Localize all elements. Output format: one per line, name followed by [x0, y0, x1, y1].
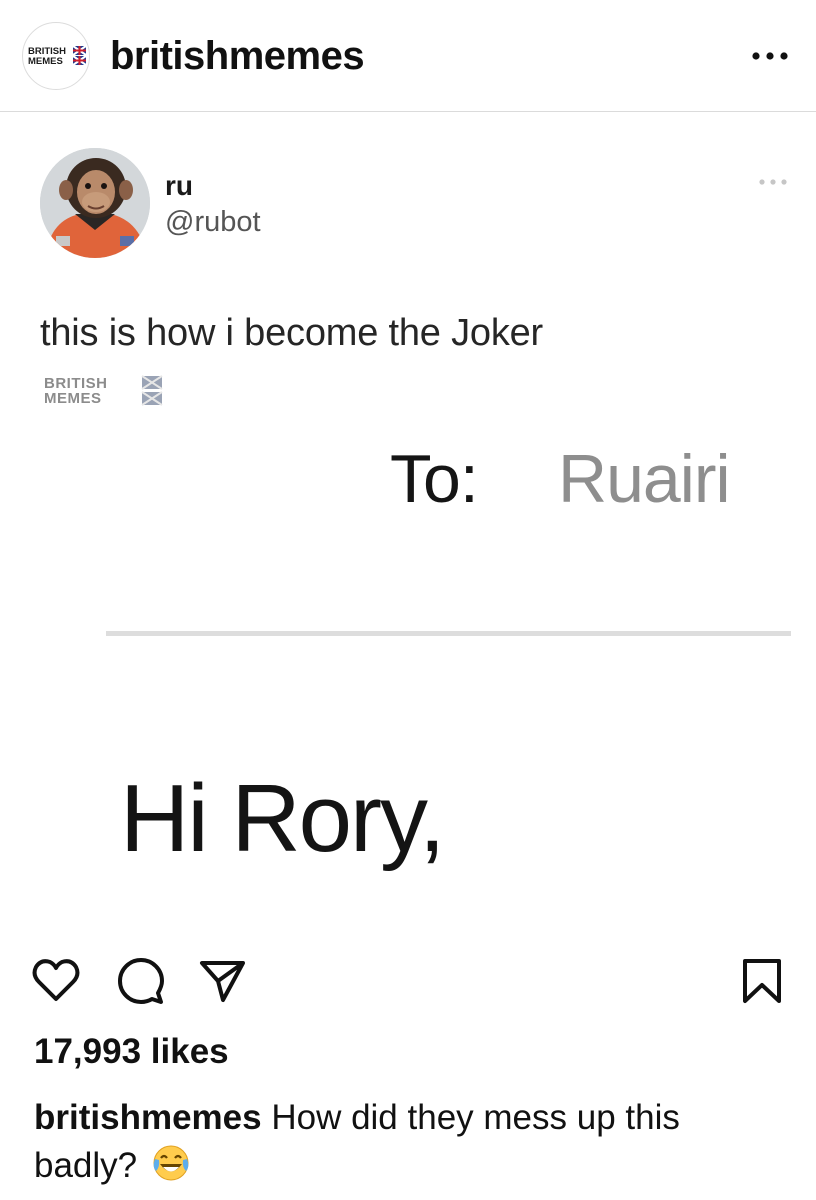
- bookmark-icon[interactable]: [736, 955, 788, 1007]
- email-to-label: To:: [390, 441, 479, 517]
- tweet-more-icon: [759, 179, 787, 185]
- profile-avatar[interactable]: BRITISH MEMES: [22, 22, 90, 90]
- post-username[interactable]: britishmemes: [110, 34, 365, 79]
- caption-username[interactable]: britishmemes: [34, 1098, 262, 1137]
- british-memes-logo: BRITISH MEMES: [28, 45, 87, 67]
- likes-count[interactable]: 17,993 likes: [34, 1032, 229, 1072]
- tweet-text: this is how i become the Joker: [40, 312, 544, 354]
- share-icon[interactable]: [196, 955, 248, 1007]
- svg-text:MEMES: MEMES: [28, 56, 63, 67]
- post-header: BRITISH MEMES britishmemes: [0, 0, 816, 112]
- tweet-display-name[interactable]: ru: [165, 170, 193, 202]
- post-caption: britishmemes How did they mess up this b…: [34, 1094, 754, 1190]
- chimp-astronaut-avatar-image: [40, 148, 150, 258]
- email-recipient: Ruairi: [558, 441, 731, 517]
- british-memes-watermark: BRITISH MEMES: [44, 375, 163, 407]
- comment-icon[interactable]: [114, 955, 166, 1007]
- face-with-tears-of-joy-emoji: [153, 1145, 189, 1181]
- email-greeting: Hi Rory,: [120, 765, 446, 872]
- heart-icon[interactable]: [30, 955, 82, 1007]
- email-divider: [106, 631, 791, 636]
- more-options-icon[interactable]: [748, 36, 792, 76]
- tweet-avatar: [40, 148, 150, 258]
- tweet-handle[interactable]: @rubot: [165, 206, 261, 239]
- svg-text:MEMES: MEMES: [44, 390, 102, 407]
